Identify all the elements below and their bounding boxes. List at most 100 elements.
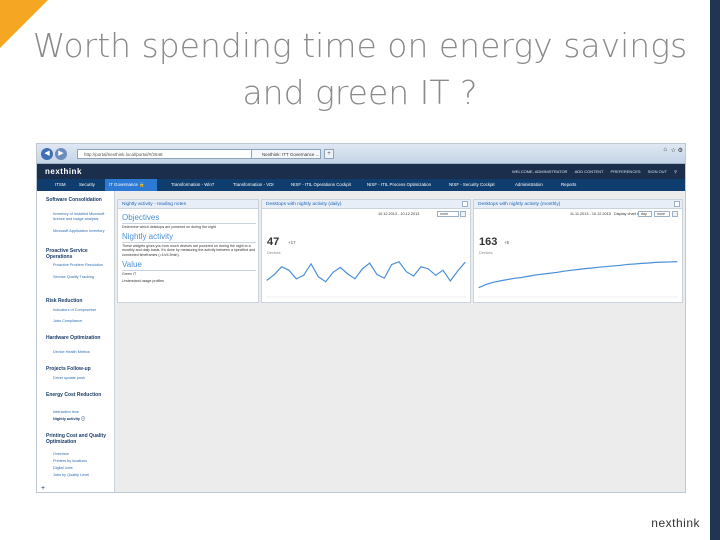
tab-itil-process-optimization[interactable]: NISF - ITIL Process Optimization [363,179,435,191]
monthly-chart-point-22 [634,263,636,265]
monthly-chart-point-3 [499,280,501,282]
sidebar-item-interaction-time[interactable]: Interaction time [53,410,111,415]
tab-administration[interactable]: Administration [511,179,547,191]
sidebar-group-proactive-service-operations[interactable]: Proactive Service Operations [46,248,110,260]
monthly-chart-point-11 [556,271,558,273]
sidebar-group-printing-cost[interactable]: Printing Cost and Quality Optimization [46,433,110,445]
sidebar-item-indicators-of-compromise[interactable]: Indicators of Compromise [53,308,111,313]
daily-kpi-value: 47 [267,236,280,248]
sidebar-group-risk-reduction[interactable]: Risk Reduction [46,298,110,304]
sidebar-item-printers-by-locations[interactable]: Printers by locations [53,459,111,464]
chevron-down-icon[interactable] [672,211,678,217]
new-tab-button[interactable]: + [324,149,334,159]
sidebar-item-jobs-by-quality-level[interactable]: Jobs by Quality Level [53,473,111,478]
sidebar-item-nightly-activity-label: Nightly activity [53,417,81,421]
monthly-kpi-label: Devices [479,251,493,255]
nightly-divider [122,242,256,243]
monthly-chart-point-10 [549,272,551,274]
daily-chart-point-25 [449,280,451,282]
home-icon[interactable]: ⌂ [663,147,667,153]
back-arrow-icon[interactable]: ◀ [41,148,53,160]
panel-monthly-menu-icon[interactable] [674,201,680,207]
sidebar-group-energy-cost-reduction[interactable]: Energy Cost Reduction [46,392,110,398]
forward-arrow-icon[interactable]: ▶ [55,148,67,160]
tab-security[interactable]: Security [75,179,99,191]
panel-daily-activity: Desktops with nightly activity (daily) 1… [261,199,471,303]
slide-edge-bar [710,0,720,540]
monthly-display-select[interactable]: day [638,211,652,217]
slide-title: Worth spending time on energy savings an… [30,22,690,116]
nightly-activity-heading: Nightly activity [122,232,174,241]
sidebar-item-overview[interactable]: Overview [53,452,111,457]
sidebar-item-device-health-metrics[interactable]: Device Health Metrics [53,350,111,355]
monthly-chart-point-14 [577,268,579,270]
daily-chart-point-24 [442,269,444,271]
tab-transformation-win7[interactable]: Transformation - Win7 [167,179,218,191]
preferences-link[interactable]: PREFERENCES [611,169,641,174]
daily-filter-select[interactable]: none [437,211,459,217]
settings-gear-icon[interactable]: ⚙ [678,147,683,154]
chevron-down-icon[interactable] [460,211,466,217]
sidebar-item-jobs-compliance[interactable]: Jobs Compliance [53,319,111,324]
monthly-kpi-value: 163 [479,236,498,248]
daily-activity-chart [266,260,466,298]
add-item-button[interactable]: + [41,485,45,492]
monthly-filter-select[interactable]: none [654,211,670,217]
monthly-chart-point-9 [542,273,544,275]
search-icon[interactable]: ⚲ [674,169,677,174]
browser-toolbar: ◀ ▶ http://portal/nexthink.local/portal/… [37,144,685,164]
panel-daily-title: Desktops with nightly activity (daily) [262,200,470,209]
sidebar-item-driver-update-push[interactable]: Driver update push [53,376,111,381]
daily-chart-point-23 [435,274,437,276]
daily-chart-point-0 [266,279,268,281]
monthly-chart-series-line [478,261,678,289]
favorites-star-icon[interactable]: ☆ [671,147,676,154]
monthly-chart-point-28 [676,261,678,263]
monthly-chart-point-26 [662,261,664,263]
tab-security-cockpit[interactable]: NISF - Security Cockpit [445,179,499,191]
tab-transformation-vdi[interactable]: Transformation - VDI [229,179,278,191]
sidebar-item-nightly-activity[interactable]: Nightly activity ⓘ [53,417,111,422]
embedded-screenshot: ◀ ▶ http://portal/nexthink.local/portal/… [36,143,686,493]
daily-chart-point-21 [420,266,422,268]
main-nav: ITSM Security IT Governance 🔒 Transforma… [37,179,685,191]
monthly-chart-point-6 [520,276,522,278]
tab-reports[interactable]: Reports [557,179,580,191]
monthly-chart-point-15 [584,268,586,270]
sidebar-item-service-quality-tracking[interactable]: Service Quality Tracking [53,275,111,280]
monthly-chart-point-7 [528,275,529,277]
daily-chart-point-12 [354,278,356,280]
lock-icon: 🔒 [139,182,145,187]
value-heading: Value [122,260,142,269]
add-content-link[interactable]: ADD CONTENT [575,169,604,174]
panel-reading-notes: Nightly activity - reading notes Objecti… [117,199,259,303]
sidebar-item-application-inventory[interactable]: Microsoft Application Inventory [53,229,111,234]
monthly-activity-chart [478,261,678,298]
tab-it-governance[interactable]: IT Governance 🔒 [105,179,157,191]
daily-chart-point-16 [383,277,385,279]
daily-kpi-delta: +17 [288,240,296,245]
monthly-chart-point-27 [669,261,671,263]
monthly-chart-point-20 [619,264,621,266]
dashboard-content: Nightly activity - reading notes Objecti… [115,191,685,492]
value-item-green-it: Green IT [122,272,137,276]
objectives-divider [122,223,256,224]
user-links: WELCOME, ADMINISTRATOR ADD CONTENT PREFE… [506,169,677,174]
sidebar-item-proactive-problem-resolution[interactable]: Proactive Problem Resolution [53,263,111,268]
daily-chart-point-1 [273,274,275,276]
slide-title-line1: Worth spending time on energy savings [32,26,688,65]
address-bar[interactable]: http://portal/nexthink.local/portal/#/26… [77,149,277,159]
browser-tab[interactable]: Nexthink: ITT Governance ... [251,149,321,159]
welcome-label: WELCOME, ADMINISTRATOR [512,169,568,174]
sidebar-group-projects-follow-up[interactable]: Projects Follow-up [46,366,110,372]
panel-daily-menu-icon[interactable] [462,201,468,207]
tab-itsm[interactable]: ITSM [51,179,70,191]
daily-chart-point-13 [361,268,363,270]
daily-chart-point-8 [325,281,327,283]
sidebar-item-digital-jobs[interactable]: Digital Jobs [53,466,111,471]
sidebar-group-hardware-optimization[interactable]: Hardware Optimization [46,335,110,341]
tab-itil-operations-cockpit[interactable]: NISF - ITIL Operations Cockpit [287,179,355,191]
sidebar-group-software-consolidation[interactable]: Software Consolidation [46,197,110,203]
sidebar-item-licence-analysis[interactable]: Inventory of Installed Microsoft licence… [53,212,111,221]
sign-out-link[interactable]: SIGN OUT [648,169,667,174]
